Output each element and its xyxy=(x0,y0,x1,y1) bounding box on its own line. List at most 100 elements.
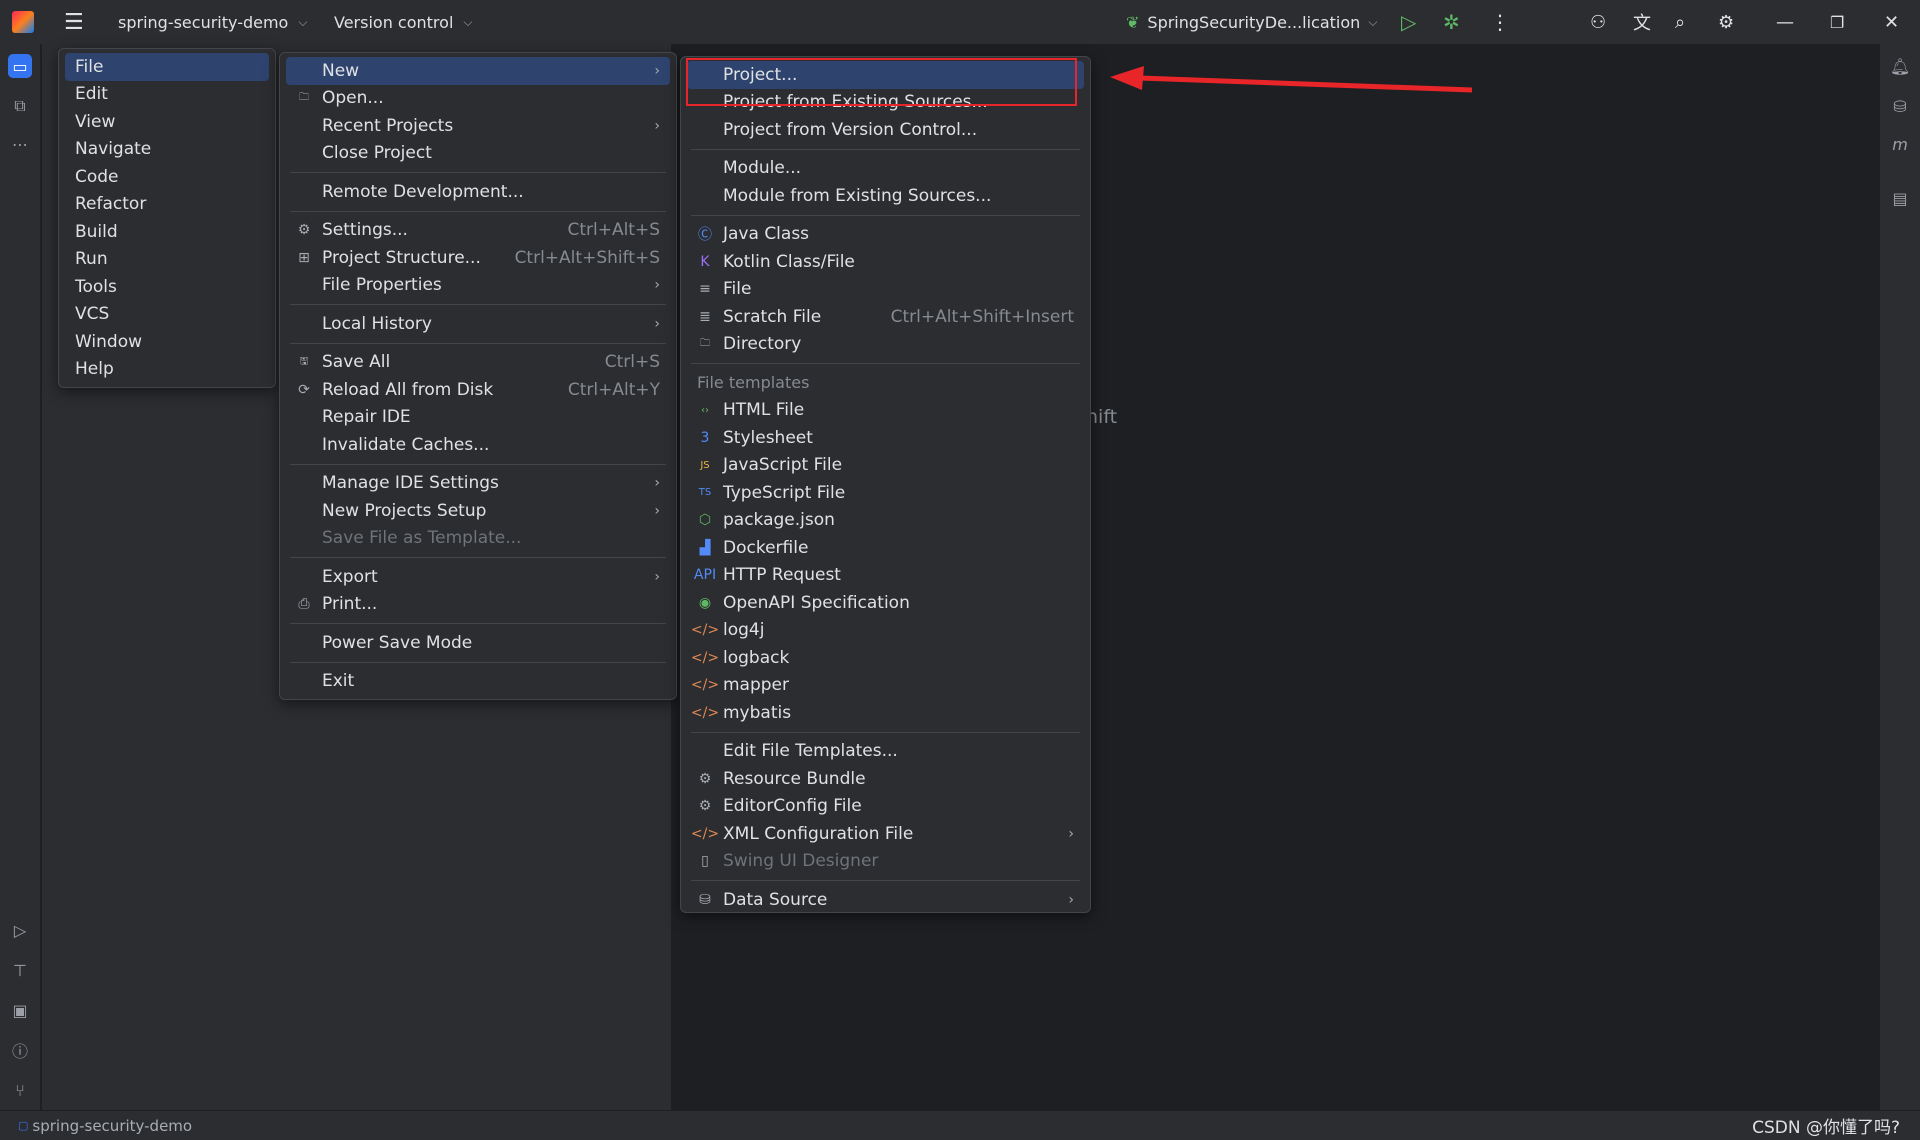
menu-item-label: Exit xyxy=(322,671,355,692)
menu-item-settings[interactable]: ⚙ Settings... Ctrl+Alt+S xyxy=(286,217,670,245)
debug-icon[interactable]: ✲ xyxy=(1443,0,1460,44)
menu-item-xml-configuration-file[interactable]: </> XML Configuration File › xyxy=(687,820,1084,848)
menu-item-tools[interactable]: Tools xyxy=(65,273,269,301)
menu-item-editorconfig-file[interactable]: ⚙ EditorConfig File xyxy=(687,793,1084,821)
menu-item-recent-projects[interactable]: Recent Projects › xyxy=(286,112,670,140)
menu-item-scratch-file[interactable]: ≣ Scratch File Ctrl+Alt+Shift+Insert xyxy=(687,303,1084,331)
project-folder-icon[interactable]: ▭ xyxy=(8,54,32,78)
settings-gear-icon[interactable]: ⚙ xyxy=(1718,0,1734,44)
ai-assistant-icon[interactable]: ▤ xyxy=(1888,186,1912,210)
menu-item-label: New Projects Setup xyxy=(322,500,487,521)
more-actions-icon[interactable]: ⋮ xyxy=(1490,0,1510,44)
menu-item-power-save-mode[interactable]: Power Save Mode xyxy=(286,629,670,657)
more-tools-icon[interactable]: ⋯ xyxy=(8,132,32,156)
menu-item-log4j[interactable]: </> log4j xyxy=(687,617,1084,645)
run-config-selector[interactable]: ❦ SpringSecurityDe...lication ⌵ xyxy=(1126,0,1377,44)
database-icon[interactable]: ⛁ xyxy=(1888,94,1912,118)
menu-item-save-file-as-template: Save File as Template... xyxy=(286,525,670,553)
menu-item-swing-ui-designer: ▯ Swing UI Designer xyxy=(687,848,1084,876)
spring-icon: ❦ xyxy=(1126,12,1140,32)
menu-item-new[interactable]: New › xyxy=(286,57,670,85)
menu-item-view[interactable]: View xyxy=(65,108,269,136)
menu-item-package-json[interactable]: ⬡ package.json xyxy=(687,507,1084,535)
watermark: CSDN @你懂了吗? xyxy=(1752,1118,1900,1138)
maven-icon[interactable]: m xyxy=(1888,132,1912,156)
menu-item-label: Manage IDE Settings xyxy=(322,473,499,494)
chevron-right-icon: › xyxy=(654,117,660,134)
notifications-icon[interactable]: 🔔︎ xyxy=(1888,54,1912,78)
menu-item-vcs[interactable]: VCS xyxy=(65,301,269,329)
menu-item-manage-ide-settings[interactable]: Manage IDE Settings › xyxy=(286,470,670,498)
menu-item-reload-all-from-disk[interactable]: ⟳ Reload All from Disk Ctrl+Alt+Y xyxy=(286,376,670,404)
menu-item-save-all[interactable]: 🖫︎ Save All Ctrl+S xyxy=(286,349,670,377)
menu-item-edit[interactable]: Edit xyxy=(65,81,269,109)
menu-item-exit[interactable]: Exit xyxy=(286,668,670,696)
build-icon[interactable]: ⊤ xyxy=(8,958,32,982)
menu-item-dockerfile[interactable]: ▟ Dockerfile xyxy=(687,534,1084,562)
menu-item-file[interactable]: ≡ File xyxy=(687,276,1084,304)
menu-item-refactor[interactable]: Refactor xyxy=(65,191,269,219)
menu-item-project-structure[interactable]: ⊞ Project Structure... Ctrl+Alt+Shift+S xyxy=(286,244,670,272)
gear-icon: ⚙ xyxy=(698,798,712,815)
search-icon[interactable]: ⌕ xyxy=(1675,0,1685,44)
menu-item-edit-file-templates[interactable]: Edit File Templates... xyxy=(687,738,1084,766)
menu-item-label: Repair IDE xyxy=(322,407,411,428)
menu-item-project-from-version-control[interactable]: Project from Version Control... xyxy=(687,116,1084,144)
account-icon[interactable]: ⚇ xyxy=(1590,0,1606,44)
menu-item-stylesheet[interactable]: 3 Stylesheet xyxy=(687,424,1084,452)
menu-item-remote-development[interactable]: Remote Development... xyxy=(286,178,670,206)
menu-item-close-project[interactable]: Close Project xyxy=(286,140,670,168)
menu-item-new-projects-setup[interactable]: New Projects Setup › xyxy=(286,497,670,525)
menu-item-print[interactable]: ⎙ Print... xyxy=(286,591,670,619)
shortcut-label: Ctrl+Alt+S xyxy=(567,220,660,241)
problems-icon[interactable]: ⓘ xyxy=(8,1038,32,1062)
status-project-breadcrumb[interactable]: spring-security-demo xyxy=(32,1117,192,1135)
menu-item-mybatis[interactable]: </> mybatis xyxy=(687,699,1084,727)
menu-item-kotlin-class-file[interactable]: K Kotlin Class/File xyxy=(687,248,1084,276)
menu-item-open[interactable]: 🗀︎ Open... xyxy=(286,85,670,113)
menu-item-resource-bundle[interactable]: ⚙ Resource Bundle xyxy=(687,765,1084,793)
menu-item-mapper[interactable]: </> mapper xyxy=(687,672,1084,700)
services-icon[interactable]: ▷ xyxy=(8,918,32,942)
menu-item-invalidate-caches[interactable]: Invalidate Caches... xyxy=(286,431,670,459)
menu-item-directory[interactable]: 🗀︎ Directory xyxy=(687,331,1084,359)
terminal-icon[interactable]: ▣ xyxy=(8,998,32,1022)
menu-item-logback[interactable]: </> logback xyxy=(687,644,1084,672)
menu-item-window[interactable]: Window xyxy=(65,328,269,356)
intellij-logo-icon[interactable] xyxy=(12,0,34,44)
menu-item-module-from-existing-sources[interactable]: Module from Existing Sources... xyxy=(687,182,1084,210)
menu-item-data-source[interactable]: ⛁ Data Source › xyxy=(687,886,1084,912)
menu-item-help[interactable]: Help xyxy=(65,356,269,384)
hamburger-menu-icon[interactable]: ☰ xyxy=(64,0,84,44)
right-toolbar: 🔔︎ ⛁ m ▤ xyxy=(1879,44,1920,1110)
git-icon[interactable]: ⑂ xyxy=(8,1078,32,1102)
menu-item-http-request[interactable]: API HTTP Request xyxy=(687,562,1084,590)
swing-icon: ▯ xyxy=(701,853,709,870)
menu-item-html-file[interactable]: ‹› HTML File xyxy=(687,397,1084,425)
annotation-arrow xyxy=(1110,66,1473,93)
menu-item-label: Project Structure... xyxy=(322,247,481,268)
menu-item-openapi-specification[interactable]: ◉ OpenAPI Specification xyxy=(687,589,1084,617)
menu-item-file[interactable]: File xyxy=(65,53,269,81)
vcs-selector[interactable]: Version control ⌵ xyxy=(334,0,473,44)
menu-item-build[interactable]: Build xyxy=(65,218,269,246)
minimize-icon[interactable]: — xyxy=(1776,0,1794,44)
menu-item-java-class[interactable]: Ⓒ Java Class xyxy=(687,221,1084,249)
menu-item-repair-ide[interactable]: Repair IDE xyxy=(286,404,670,432)
menu-item-javascript-file[interactable]: JS JavaScript File xyxy=(687,452,1084,480)
menu-item-typescript-file[interactable]: TS TypeScript File xyxy=(687,479,1084,507)
menu-item-code[interactable]: Code xyxy=(65,163,269,191)
translate-icon[interactable]: 文 xyxy=(1633,0,1651,44)
restore-icon[interactable]: ❐ xyxy=(1830,0,1844,44)
menu-item-module[interactable]: Module... xyxy=(687,155,1084,183)
menu-item-label: Save File as Template... xyxy=(322,528,522,549)
menu-item-export[interactable]: Export › xyxy=(286,563,670,591)
menu-item-local-history[interactable]: Local History › xyxy=(286,310,670,338)
project-selector[interactable]: spring-security-demo ⌵ xyxy=(118,0,307,44)
menu-item-navigate[interactable]: Navigate xyxy=(65,136,269,164)
structure-icon[interactable]: ⧉ xyxy=(8,94,32,118)
menu-item-file-properties[interactable]: File Properties › xyxy=(286,272,670,300)
close-icon[interactable]: ✕ xyxy=(1884,0,1899,44)
run-icon[interactable]: ▷ xyxy=(1401,0,1416,44)
menu-item-run[interactable]: Run xyxy=(65,246,269,274)
